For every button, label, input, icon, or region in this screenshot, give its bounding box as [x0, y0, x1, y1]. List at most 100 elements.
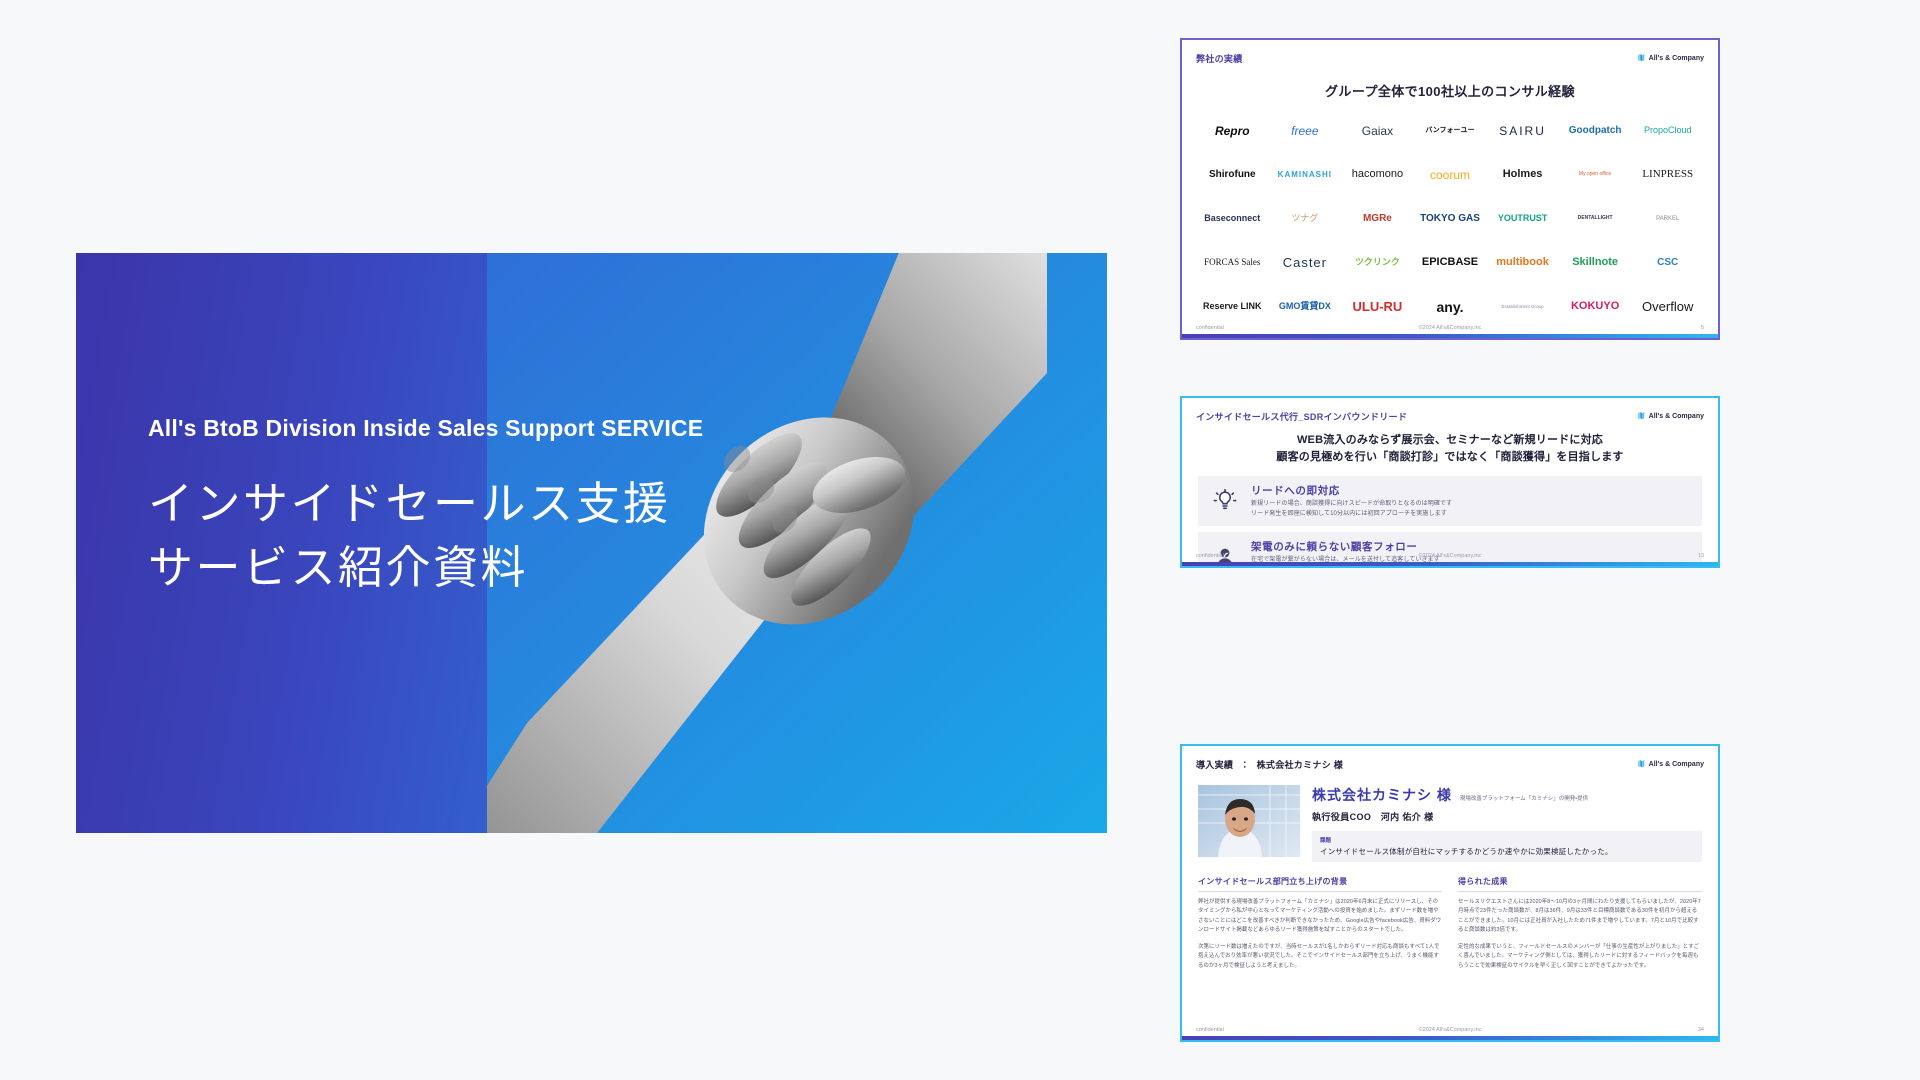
case-info: 株式会社カミナシ 様 現場改善プラットフォーム「カミナシ」の開発・提供 執行役員… — [1312, 785, 1702, 862]
client-logo: Gaiax — [1361, 123, 1394, 138]
slide-card-case-study[interactable]: 導入実績 ： 株式会社カミナシ 様 All's & Company 株式会社カミ… — [1180, 744, 1720, 1042]
case-columns: インサイドセールス部門立ち上げの背景 弊社が提供する現場改善プラットフォーム「カ… — [1198, 876, 1702, 971]
card-footer: confidential ©2024 All's&Company,inc 5 — [1182, 325, 1718, 331]
client-logo: DENTALLIGHT — [1577, 215, 1613, 222]
client-logo: ツナグ — [1291, 213, 1319, 224]
sdr-lede: WEB流入のみならず展示会、セミナーなど新規リードに対応 顧客の見極めを行い「商… — [1182, 432, 1718, 466]
case-company-name: 株式会社カミナシ 様 — [1312, 787, 1452, 803]
case-column-paragraph: 定性的な成果でいうと、フィールドセールスのメンバーが「仕事の生産性が上がりました… — [1458, 943, 1700, 969]
client-logo: FORCAS Sales — [1204, 257, 1261, 268]
client-logo: KOKUYO — [1570, 300, 1620, 313]
client-logo: coorum — [1429, 167, 1470, 182]
client-logo: ULU-RU — [1352, 299, 1403, 315]
client-logo: EPICBASE — [1421, 256, 1479, 269]
client-logo: LINPRESS — [1642, 168, 1694, 181]
case-company-row: 株式会社カミナシ 様 現場改善プラットフォーム「カミナシ」の開発・提供 — [1312, 785, 1702, 805]
alls-logo-mark-icon — [1637, 407, 1646, 425]
copyright-label: ©2024 All's&Company,inc — [1418, 1027, 1482, 1033]
client-logo: SAIRU — [1499, 123, 1546, 138]
feature-line: リード発生を即座に検知して10分以内には初回アプローチを実施します — [1251, 510, 1447, 517]
client-logo: any. — [1436, 298, 1464, 315]
sdr-lede-line-1: WEB流入のみならず展示会、セミナーなど新規リードに対応 — [1296, 434, 1604, 446]
case-person-role: 執行役員COO 河内 佑介 様 — [1312, 812, 1434, 822]
card-title: インサイドセールス代行_SDRインバウンドリード — [1196, 411, 1408, 422]
case-company-tagline: 現場改善プラットフォーム「カミナシ」の開発・提供 — [1459, 796, 1589, 802]
client-logo: Shirofune — [1208, 168, 1256, 180]
hero-title-line-2: サービス紹介資料 — [148, 541, 529, 593]
card-accent-underline — [1182, 334, 1718, 338]
title-slide: All's BtoB Division Inside Sales Support… — [76, 253, 1107, 833]
client-logo: バンフォーユー — [1425, 127, 1475, 135]
client-logo: Repro — [1214, 123, 1250, 138]
card-footer: confidential ©2024 All's&Company,inc 34 — [1182, 1027, 1718, 1033]
case-column-paragraph: 次第にリード数は増えたのですが、当時セールスが1名しかおらずリード対応も商談もす… — [1198, 943, 1440, 969]
screenshot-root: All's BtoB Division Inside Sales Support… — [0, 0, 1920, 1080]
client-logo-empty — [1633, 338, 1702, 340]
card-brand-name: All's & Company — [1648, 760, 1704, 768]
client-logo: CoDMON — [1271, 338, 1340, 340]
lightbulb-icon — [1210, 486, 1240, 516]
feature-body: リードへの即対応 新規リードの場合、商談獲得に向けスピードが命取りとなるのは明確… — [1251, 483, 1690, 519]
card-brand-logo: All's & Company — [1637, 755, 1704, 773]
hero-title-line-1: インサイドセールス支援 — [148, 478, 671, 529]
slide-card-achievements[interactable]: 弊社の実績 All's & Company グループ全体で100社以上のコンサル… — [1180, 38, 1720, 340]
client-logo: Kakeai — [1343, 338, 1412, 340]
client-logo: PARKEL — [1656, 215, 1680, 222]
client-logo: TOKYO GAS — [1420, 212, 1480, 224]
slide-card-sdr[interactable]: インサイドセールス代行_SDRインバウンドリード All's & Company… — [1180, 396, 1720, 568]
client-logo-empty — [1488, 338, 1557, 340]
card-title: 導入実績 ： 株式会社カミナシ 様 — [1196, 759, 1344, 770]
card-footer: confidential ©2024 All's&Company,inc 13 — [1182, 553, 1718, 559]
client-logo: Goodpatch — [1568, 124, 1622, 136]
card-brand-name: All's & Company — [1648, 412, 1704, 420]
card-header: 弊社の実績 All's & Company — [1182, 40, 1718, 67]
case-column-title: インサイドセールス部門立ち上げの背景 — [1198, 876, 1442, 892]
client-logo: Reserve LINK — [1203, 301, 1262, 312]
feature-line: 追客メール作成や現存の改善ご提案も含めて実施します — [1251, 566, 1690, 567]
card-brand-name: All's & Company — [1648, 54, 1704, 62]
client-logo: Caster — [1282, 255, 1327, 271]
feature-item: リードへの即対応 新規リードの場合、商談獲得に向けスピードが命取りとなるのは明確… — [1198, 476, 1702, 527]
feature-title: リードへの即対応 — [1251, 485, 1340, 498]
case-issue-label: 課題 — [1320, 838, 1332, 844]
achievements-headline: グループ全体で100社以上のコンサル経験 — [1325, 84, 1575, 99]
case-column-results: 得られた成果 セールスリクエストさんには2020年8〜10月の3ヶ月間にわたり支… — [1458, 876, 1702, 971]
client-logo: Establishment Group — [1501, 303, 1544, 309]
client-logo: CSC — [1657, 256, 1679, 268]
client-logo: Holmes — [1502, 168, 1543, 181]
client-logo: SOICO — [1198, 338, 1267, 340]
client-logo: Baseconnect — [1204, 213, 1261, 224]
sdr-lede-line-2: 顧客の見極めを行い「商談打診」ではなく「商談獲得」を目指します — [1276, 451, 1624, 464]
client-logo: YOUTRUST — [1497, 213, 1548, 224]
interviewee-portrait-photo — [1198, 785, 1300, 857]
alls-logo-mark-icon — [1637, 49, 1646, 67]
case-column-title: 得られた成果 — [1458, 876, 1702, 892]
card-accent-underline — [1182, 562, 1718, 566]
card-brand-logo: All's & Company — [1637, 407, 1704, 425]
card-brand-logo: All's & Company — [1637, 49, 1704, 67]
case-column-background: インサイドセールス部門立ち上げの背景 弊社が提供する現場改善プラットフォーム「カ… — [1198, 876, 1442, 971]
client-logo: My open office — [1578, 171, 1612, 178]
card-header: インサイドセールス代行_SDRインバウンドリード All's & Company — [1182, 398, 1718, 425]
card-accent-underline — [1182, 1036, 1718, 1040]
case-profile: 株式会社カミナシ 様 現場改善プラットフォーム「カミナシ」の開発・提供 執行役員… — [1198, 785, 1702, 862]
client-logo: Skillnote — [1572, 256, 1619, 269]
case-column-paragraph: セールスリクエストさんには2020年8〜10月の3ヶ月間にわたり支援してもらいま… — [1458, 899, 1701, 934]
copyright-label: ©2024 All's&Company,inc — [1418, 325, 1482, 331]
hero-eyebrow: All's BtoB Division Inside Sales Support… — [148, 415, 704, 441]
case-issue-box: 課題 インサイドセールス体制が自社にマッチするかどうか速やかに効果検証したかった… — [1312, 831, 1702, 862]
client-logo: freee — [1291, 123, 1319, 138]
feature-line: 新規リードの場合、商談獲得に向けスピードが命取りとなるのは明確です — [1251, 501, 1453, 508]
client-logo-grid: Repro freee Gaiax バンフォーユー SAIRU Goodpatc… — [1198, 118, 1702, 340]
client-logo: hacomono — [1351, 168, 1404, 181]
client-logo: MGRe — [1362, 212, 1392, 224]
case-column-paragraph: 弊社が提供する現場改善プラットフォーム「カミナシ」は2020年6月末に正式にリリ… — [1198, 899, 1442, 934]
client-logo: Overflow — [1642, 299, 1694, 315]
alls-logo-mark-icon — [1637, 755, 1646, 773]
card-title: 弊社の実績 — [1196, 53, 1243, 64]
title-block: All's BtoB Division Inside Sales Support… — [148, 415, 703, 600]
client-logo-empty — [1561, 338, 1630, 340]
client-logo: PropoCloud — [1643, 125, 1692, 136]
client-logo: multibook — [1496, 256, 1549, 269]
case-issue-text: インサイドセールス体制が自社にマッチするかどうか速やかに効果検証したかった。 — [1320, 847, 1613, 856]
